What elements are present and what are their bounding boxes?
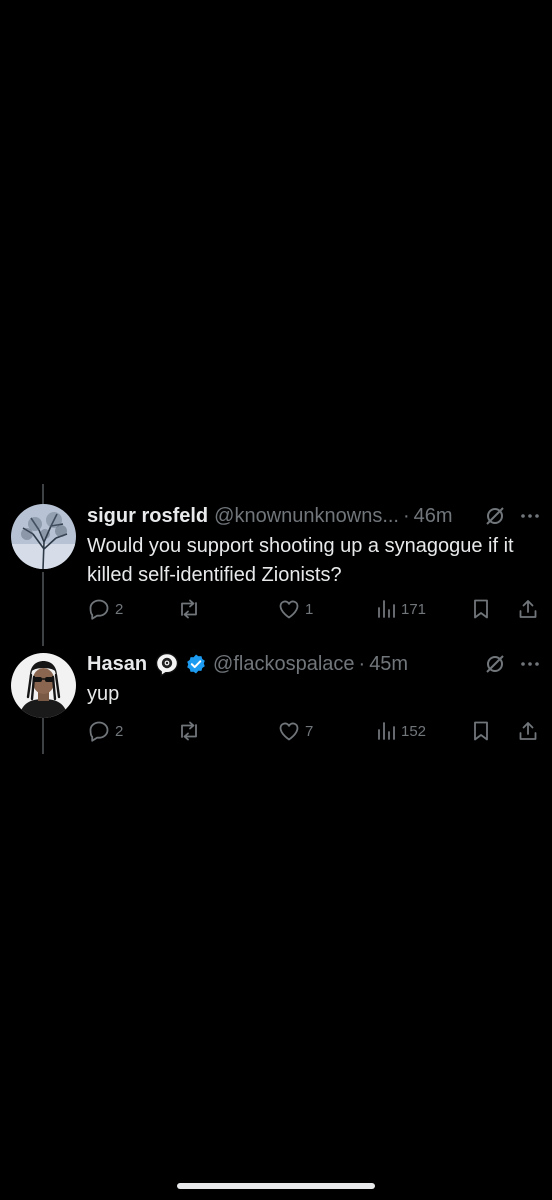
like-button[interactable]: 1 [277,596,313,622]
separator-dot: · [358,652,366,675]
heart-icon [279,600,299,619]
timestamp[interactable]: 45m [369,653,408,676]
reply-button[interactable]: 2 [87,596,123,622]
display-name[interactable]: sigur rosfeld [87,505,208,528]
username-handle[interactable]: @flackospalace [213,653,354,676]
avatar[interactable] [11,653,76,718]
home-indicator[interactable] [177,1183,375,1189]
reply-count: 2 [115,600,124,618]
reply-icon [89,721,109,742]
share-button[interactable] [516,718,540,744]
tweet-header: Hasan @flackospalace · 45m [87,650,540,678]
like-button[interactable]: 7 [277,718,313,744]
avatar[interactable] [11,504,76,569]
view-count: 152 [401,722,427,740]
reply-button[interactable]: 2 [87,718,123,744]
share-button[interactable] [516,596,540,622]
thread-line-top [42,484,44,504]
grok-icon[interactable] [484,505,506,527]
screen: sigur rosfeld @knownunknowns... · 46m Wo… [0,0,552,1200]
thread-line-middle [42,572,44,646]
separator-dot: · [402,504,410,527]
share-icon [519,600,537,618]
portrait-avatar-icon [11,653,76,718]
tweet-actions: 2 1 171 [87,596,542,622]
more-options-icon[interactable] [520,506,540,526]
eye-in-speech-bubble-icon [154,651,180,677]
bookmark-button[interactable] [470,718,492,744]
bookmark-button[interactable] [470,596,492,622]
bookmark-icon [474,721,488,741]
views-button[interactable]: 171 [375,596,426,622]
reply-count: 2 [115,722,124,740]
bookmark-icon [474,599,488,619]
grok-icon[interactable] [484,653,506,675]
views-button[interactable]: 152 [375,718,426,744]
winter-tree-avatar-icon [11,504,76,569]
repost-button[interactable] [176,718,202,744]
reply-icon [89,599,109,620]
like-count: 7 [305,722,314,740]
views-chart-icon [378,600,395,618]
verified-badge-icon[interactable] [185,653,207,675]
display-name[interactable]: Hasan [87,653,147,676]
repost-icon [181,599,197,619]
view-count: 171 [401,600,427,618]
more-options-icon[interactable] [520,654,540,674]
repost-icon [181,721,197,741]
username-handle[interactable]: @knownunknowns... [214,505,399,528]
tweet-text: yup [87,683,120,705]
heart-icon [279,722,299,741]
share-icon [519,722,537,740]
tweet-header: sigur rosfeld @knownunknowns... · 46m [87,502,540,530]
thread-line-bottom [42,718,44,754]
views-chart-icon [378,722,395,740]
repost-button[interactable] [176,596,202,622]
tweet-text: Would you support shooting up a synagogu… [87,535,514,586]
like-count: 1 [305,600,314,618]
timestamp[interactable]: 46m [414,505,453,528]
tweet-actions: 2 7 152 [87,718,542,744]
